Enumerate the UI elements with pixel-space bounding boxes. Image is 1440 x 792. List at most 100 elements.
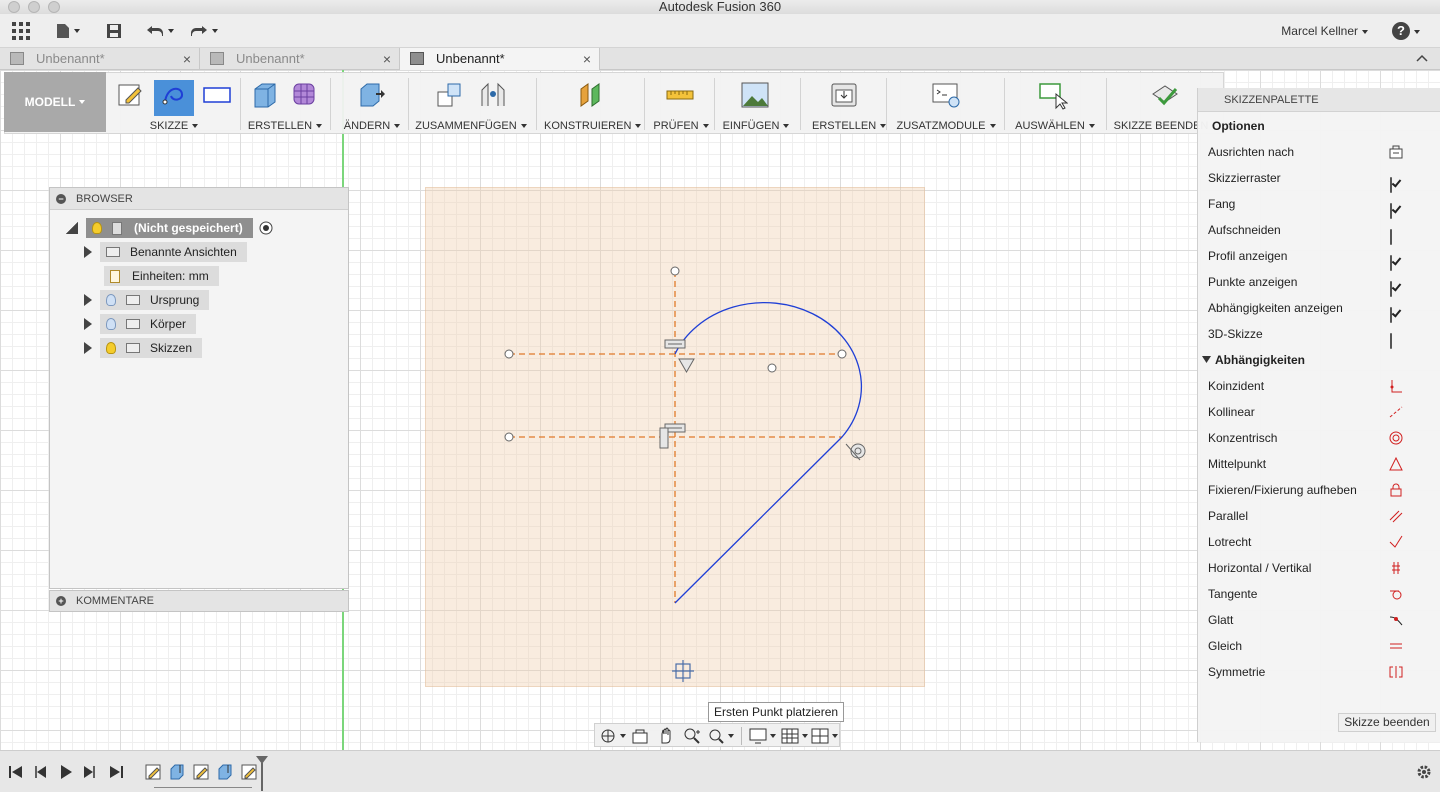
- tab-document-3[interactable]: Unbenannt* ×: [400, 48, 600, 70]
- insert-image-icon[interactable]: [740, 80, 770, 110]
- concentric-icon[interactable]: [1389, 431, 1403, 445]
- constraint-equal[interactable]: Gleich: [1208, 633, 1403, 659]
- user-menu[interactable]: Marcel Kellner: [1281, 24, 1368, 38]
- timeline-sketch-feature-icon[interactable]: [192, 763, 210, 781]
- toolbar-group-addins[interactable]: ZUSATZMODULE: [896, 76, 996, 132]
- midpoint-icon[interactable]: [1389, 457, 1403, 471]
- constraint-parallel[interactable]: Parallel: [1208, 503, 1403, 529]
- close-icon[interactable]: ×: [583, 48, 591, 70]
- expanded-icon[interactable]: [66, 222, 78, 234]
- tab-document-1[interactable]: Unbenannt* ×: [0, 48, 200, 70]
- comments-panel-header[interactable]: + KOMMENTARE: [49, 590, 349, 612]
- option-sketch-grid[interactable]: Skizzierraster: [1208, 165, 1403, 193]
- toolbar-group-make[interactable]: ERSTELLEN: [812, 76, 887, 132]
- constraints-section-header[interactable]: Abhängigkeiten: [1202, 347, 1305, 373]
- file-icon[interactable]: [56, 22, 80, 40]
- palette-header[interactable]: SKIZZENPALETTE: [1198, 88, 1440, 112]
- toolbar-group-modify[interactable]: ÄNDERN: [340, 76, 404, 132]
- visibility-bulb-icon[interactable]: [106, 294, 116, 306]
- rectangle-icon[interactable]: [202, 80, 232, 110]
- look-at-icon[interactable]: [1389, 145, 1403, 159]
- fix-icon[interactable]: [1389, 483, 1403, 497]
- parallel-icon[interactable]: [1389, 509, 1403, 523]
- grid-settings-icon[interactable]: [781, 727, 809, 745]
- toolbar-group-construct[interactable]: KONSTRUIEREN: [544, 76, 642, 132]
- zoom-window-icon[interactable]: [48, 1, 60, 13]
- first-icon[interactable]: [8, 764, 24, 780]
- spline-icon[interactable]: [159, 80, 189, 110]
- constraint-concentric[interactable]: Konzentrisch: [1208, 425, 1403, 451]
- minimize-window-icon[interactable]: [28, 1, 40, 13]
- timeline-marker[interactable]: [255, 755, 269, 791]
- toolbar-group-inspect[interactable]: PRÜFEN: [652, 76, 710, 132]
- fit-icon[interactable]: [707, 727, 735, 745]
- chevron-up-icon[interactable]: [1416, 54, 1428, 62]
- constraint-tangent[interactable]: Tangente: [1208, 581, 1403, 607]
- symmetry-icon[interactable]: [1389, 665, 1403, 679]
- finish-sketch-button[interactable]: Skizze beenden: [1338, 713, 1436, 732]
- make-icon[interactable]: [829, 80, 859, 110]
- expand-icon[interactable]: +: [56, 596, 66, 606]
- next-icon[interactable]: [82, 764, 98, 780]
- expand-icon[interactable]: [84, 342, 92, 354]
- select-icon[interactable]: [1038, 80, 1068, 110]
- undo-icon[interactable]: [146, 22, 174, 40]
- perpendicular-icon[interactable]: [1389, 535, 1403, 549]
- visibility-bulb-icon[interactable]: [106, 318, 116, 330]
- pan-icon[interactable]: [657, 727, 675, 745]
- option-show-constraints[interactable]: Abhängigkeiten anzeigen: [1208, 295, 1403, 323]
- box-icon[interactable]: [250, 80, 280, 110]
- help-caret-icon[interactable]: [1414, 30, 1420, 34]
- option-slice[interactable]: Aufschneiden: [1208, 217, 1403, 245]
- checkbox[interactable]: [1390, 333, 1392, 349]
- toolbar-group-assemble[interactable]: ZUSAMMENFÜGEN: [412, 76, 530, 132]
- collapse-icon[interactable]: −: [56, 194, 66, 204]
- joint-icon[interactable]: [478, 80, 508, 110]
- create-sketch-icon[interactable]: [116, 80, 146, 110]
- constraint-coincident[interactable]: Koinzident: [1208, 373, 1403, 399]
- smooth-icon[interactable]: [1389, 613, 1403, 627]
- scripts-icon[interactable]: [931, 80, 961, 110]
- toolbar-group-select[interactable]: AUSWÄHLEN: [1012, 76, 1098, 132]
- option-3d-sketch[interactable]: 3D-Skizze: [1208, 321, 1403, 349]
- constraint-smooth[interactable]: Glatt: [1208, 607, 1403, 633]
- look-at-icon[interactable]: [631, 727, 649, 745]
- play-icon[interactable]: [58, 764, 74, 780]
- constraint-perpendicular[interactable]: Lotrecht: [1208, 529, 1403, 555]
- toolbar-group-sketch[interactable]: SKIZZE: [110, 76, 238, 132]
- workspace-switcher[interactable]: MODELL: [4, 72, 106, 132]
- offset-plane-icon[interactable]: [577, 80, 607, 110]
- timeline-sketch-feature-icon[interactable]: [144, 763, 162, 781]
- toolbar-group-finish-sketch[interactable]: SKIZZE BEENDEN: [1112, 76, 1210, 132]
- orbit-icon[interactable]: [599, 727, 627, 745]
- browser-item-named-views[interactable]: Benannte Ansichten: [84, 242, 247, 262]
- option-show-profile[interactable]: Profil anzeigen: [1208, 243, 1403, 271]
- redo-icon[interactable]: [190, 22, 218, 40]
- browser-item-bodies[interactable]: Körper: [84, 314, 197, 334]
- press-pull-icon[interactable]: [356, 80, 386, 110]
- settings-gear-icon[interactable]: [1416, 764, 1432, 780]
- grid-icon[interactable]: [12, 22, 30, 40]
- form-icon[interactable]: [290, 80, 320, 110]
- tangent-icon[interactable]: [1389, 587, 1403, 601]
- viewports-icon[interactable]: [811, 727, 839, 745]
- toolbar-group-insert[interactable]: EINFÜGEN: [722, 76, 790, 132]
- close-icon[interactable]: ×: [183, 48, 191, 70]
- collinear-icon[interactable]: [1389, 405, 1403, 419]
- toolbar-group-create[interactable]: ERSTELLEN: [244, 76, 326, 132]
- constraint-collinear[interactable]: Kollinear: [1208, 399, 1403, 425]
- coincident-icon[interactable]: [1389, 379, 1403, 393]
- constraint-midpoint[interactable]: Mittelpunkt: [1208, 451, 1403, 477]
- horizontal-vertical-icon[interactable]: [1389, 561, 1403, 575]
- new-component-icon[interactable]: [434, 80, 464, 110]
- tab-document-2[interactable]: Unbenannt* ×: [200, 48, 400, 70]
- zoom-icon[interactable]: [683, 727, 701, 745]
- constraint-fix[interactable]: Fixieren/Fixierung aufheben: [1208, 477, 1403, 503]
- browser-header[interactable]: − BROWSER: [50, 188, 348, 210]
- constraint-horizontal-vertical[interactable]: Horizontal / Vertikal: [1208, 555, 1403, 581]
- browser-item-origin[interactable]: Ursprung: [84, 290, 210, 310]
- browser-item-sketches[interactable]: Skizzen: [84, 338, 203, 358]
- options-section-header[interactable]: Optionen: [1212, 113, 1265, 139]
- option-show-points[interactable]: Punkte anzeigen: [1208, 269, 1403, 297]
- expand-icon[interactable]: [84, 294, 92, 306]
